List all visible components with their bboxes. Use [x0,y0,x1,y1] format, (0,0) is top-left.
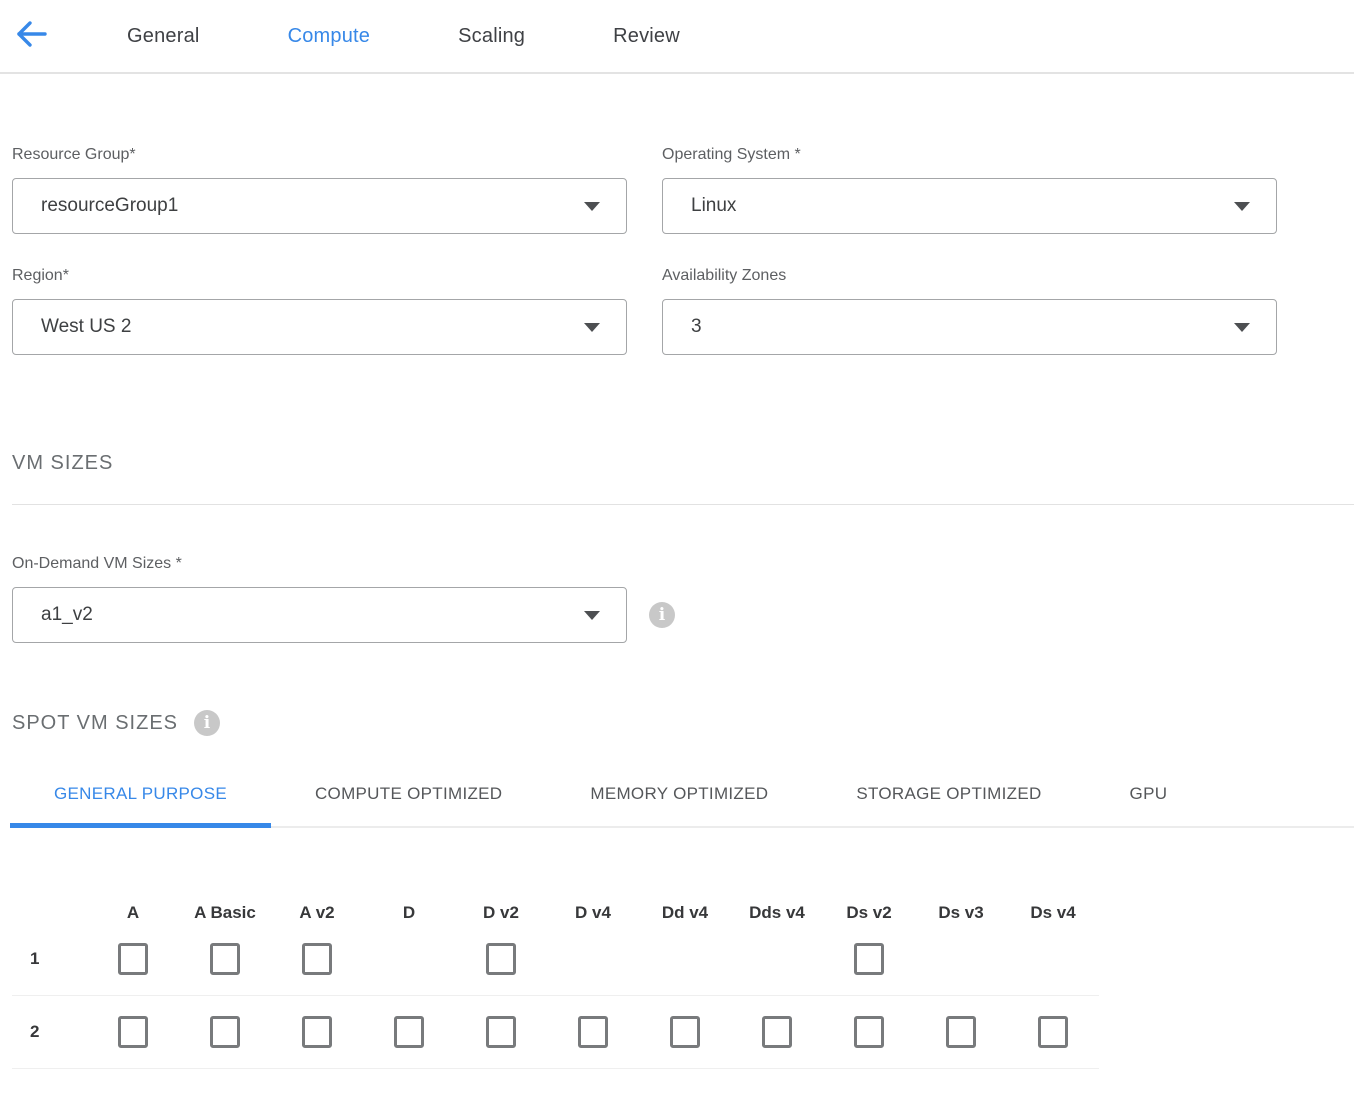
column-header-dds-v4: Dds v4 [731,903,823,923]
chevron-down-icon [584,611,600,620]
chevron-down-icon [584,202,600,211]
availability-zones-select[interactable]: 3 [662,299,1277,355]
table-cell [823,1016,915,1048]
operating-system-label: Operating System * [662,146,1277,164]
tab-compute[interactable]: Compute [288,25,371,48]
vm-size-checkbox-a-row1[interactable] [118,943,148,975]
region-value: West US 2 [41,316,131,338]
table-cell [179,943,271,975]
vm-size-checkbox-a-v2-row1[interactable] [302,943,332,975]
field-operating-system: Operating System * Linux [662,146,1277,234]
field-on-demand-vm-sizes: On-Demand VM Sizes * a1_v2 i [12,555,1354,643]
spot-tab-gpu[interactable]: GPU [1086,769,1212,828]
field-availability-zones: Availability Zones 3 [662,267,1277,355]
back-button[interactable] [13,17,51,55]
vm-size-checkbox-ds-v3-row2[interactable] [946,1016,976,1048]
compute-step-content: Resource Group* resourceGroup1 Operating… [0,146,1354,1069]
table-cell [455,943,547,975]
field-resource-group: Resource Group* resourceGroup1 [12,146,627,234]
on-demand-vm-sizes-label: On-Demand VM Sizes * [12,555,1354,573]
wizard-header: General Compute Scaling Review [0,0,1354,74]
column-header-d-v2: D v2 [455,903,547,923]
table-cell [823,943,915,975]
vm-size-checkbox-d-row2[interactable] [394,1016,424,1048]
column-header-ds-v4: Ds v4 [1007,903,1099,923]
chevron-down-icon [584,323,600,332]
vm-size-checkbox-a-row2[interactable] [118,1016,148,1048]
vm-size-checkbox-ds-v2-row1[interactable] [854,943,884,975]
vm-sizes-section-title: VM SIZES [12,452,1354,475]
availability-zones-value: 3 [691,316,702,338]
table-cell [179,1016,271,1048]
field-region: Region* West US 2 [12,267,627,355]
vm-size-checkbox-d-v2-row2[interactable] [486,1016,516,1048]
operating-system-value: Linux [691,195,736,217]
spot-vm-sizes-title: SPOT VM SIZES [12,712,178,735]
chevron-down-icon [1234,323,1250,332]
column-header-a-basic: A Basic [179,903,271,923]
table-cell [731,1016,823,1048]
resource-group-value: resourceGroup1 [41,195,178,217]
vm-size-checkbox-a-basic-row2[interactable] [210,1016,240,1048]
table-cell [87,1016,179,1048]
spot-vm-sizes-section: SPOT VM SIZES i [12,710,1354,736]
table-row: 1 [12,923,1099,996]
region-label: Region* [12,267,627,285]
column-header-d: D [363,903,455,923]
column-header-ds-v3: Ds v3 [915,903,1007,923]
vm-size-checkbox-d-v2-row1[interactable] [486,943,516,975]
section-divider [12,504,1354,505]
vm-size-checkbox-d-v4-row2[interactable] [578,1016,608,1048]
spot-tab-storage-optimized[interactable]: STORAGE OPTIMIZED [812,769,1085,828]
spot-tab-general-purpose[interactable]: GENERAL PURPOSE [10,769,271,828]
resource-group-label: Resource Group* [12,146,627,164]
table-cell [639,1016,731,1048]
row-label: 2 [12,1022,87,1042]
info-icon[interactable]: i [649,602,675,628]
tab-review[interactable]: Review [613,25,680,48]
left-arrow-icon [15,19,49,54]
spot-vm-size-table: AA BasicA v2DD v2D v4Dd v4Dds v4Ds v2Ds … [12,885,1099,1069]
spot-tab-memory-optimized[interactable]: MEMORY OPTIMIZED [546,769,812,828]
column-header-a: A [87,903,179,923]
column-header-ds-v2: Ds v2 [823,903,915,923]
vm-size-checkbox-dd-v4-row2[interactable] [670,1016,700,1048]
table-cell [915,1016,1007,1048]
table-cell [87,943,179,975]
on-demand-vm-sizes-select[interactable]: a1_v2 [12,587,627,643]
compute-form: Resource Group* resourceGroup1 Operating… [12,146,1354,355]
vm-size-checkbox-a-basic-row1[interactable] [210,943,240,975]
table-cell [363,1016,455,1048]
vm-size-checkbox-ds-v4-row2[interactable] [1038,1016,1068,1048]
table-header-row: AA BasicA v2DD v2D v4Dd v4Dds v4Ds v2Ds … [12,885,1099,923]
vm-size-checkbox-a-v2-row2[interactable] [302,1016,332,1048]
availability-zones-label: Availability Zones [662,267,1277,285]
tab-general[interactable]: General [127,25,200,48]
column-header-dd-v4: Dd v4 [639,903,731,923]
column-header-a-v2: A v2 [271,903,363,923]
vm-size-checkbox-ds-v2-row2[interactable] [854,1016,884,1048]
region-select[interactable]: West US 2 [12,299,627,355]
table-cell [271,1016,363,1048]
info-icon[interactable]: i [194,710,220,736]
resource-group-select[interactable]: resourceGroup1 [12,178,627,234]
wizard-steps: General Compute Scaling Review [127,25,680,48]
table-row: 2 [12,996,1099,1069]
column-header-d-v4: D v4 [547,903,639,923]
spot-tab-compute-optimized[interactable]: COMPUTE OPTIMIZED [271,769,546,828]
table-cell [455,1016,547,1048]
chevron-down-icon [1234,202,1250,211]
row-label: 1 [12,949,87,969]
operating-system-select[interactable]: Linux [662,178,1277,234]
vm-size-checkbox-dds-v4-row2[interactable] [762,1016,792,1048]
table-cell [271,943,363,975]
spot-category-tabs: GENERAL PURPOSECOMPUTE OPTIMIZEDMEMORY O… [10,769,1354,828]
on-demand-vm-sizes-value: a1_v2 [41,604,93,626]
table-cell [1007,1016,1099,1048]
table-cell [547,1016,639,1048]
tab-scaling[interactable]: Scaling [458,25,525,48]
